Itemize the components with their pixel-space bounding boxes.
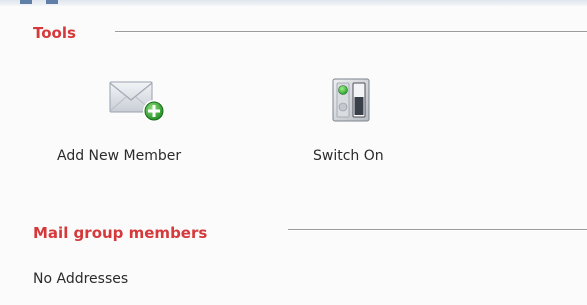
switch-on-button[interactable]: Switch On — [305, 72, 425, 172]
toolbar-tab-indicator[interactable] — [20, 0, 32, 4]
envelope-add-icon — [109, 78, 169, 130]
no-addresses-text: No Addresses — [33, 271, 129, 287]
switch-on-label: Switch On — [313, 148, 384, 164]
top-toolbar-strip — [0, 0, 587, 6]
toolbar-tab-indicator[interactable] — [46, 0, 58, 4]
add-new-member-label: Add New Member — [57, 148, 182, 164]
section-divider — [115, 31, 587, 33]
tools-section-title: Tools — [33, 24, 76, 42]
switch-icon — [332, 78, 372, 128]
mail-group-members-title: Mail group members — [33, 224, 208, 242]
add-new-member-button[interactable]: Add New Member — [52, 72, 237, 172]
section-divider — [288, 229, 587, 231]
